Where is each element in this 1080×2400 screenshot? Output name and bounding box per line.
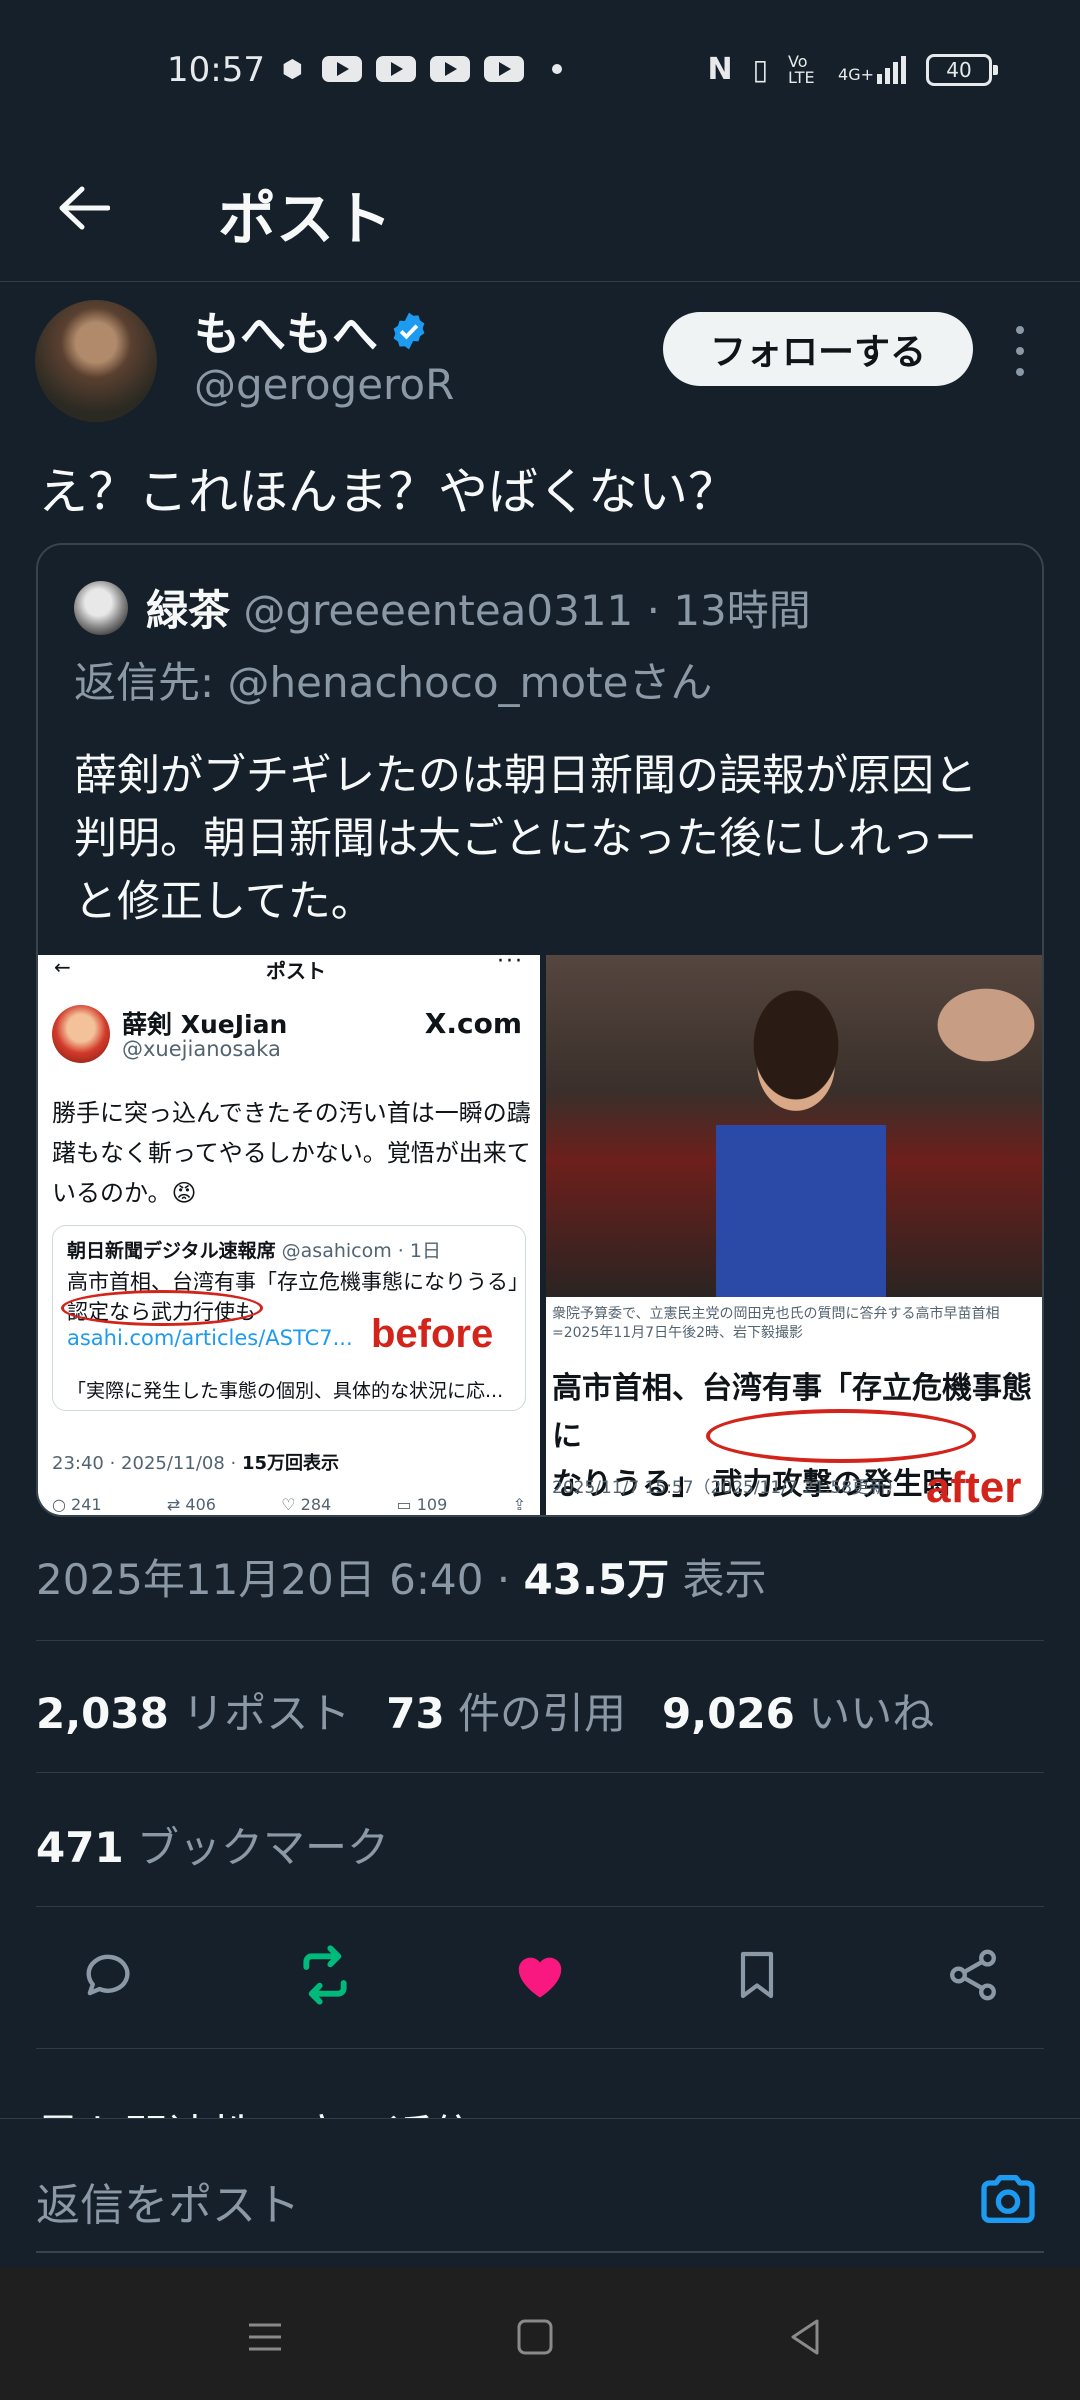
camera-icon (981, 2175, 1035, 2223)
youtube-notification-icon (430, 56, 470, 82)
author-name: もへもへ (194, 307, 378, 361)
camera-button[interactable] (976, 2167, 1040, 2231)
back-button[interactable] (52, 176, 116, 240)
embedded-quote-card: 朝日新聞デジタル速報席 @asahicom · 1日 高市首相、台湾有事「存立危… (52, 1225, 529, 1411)
share-icon (950, 1949, 996, 2001)
youtube-notification-icon (376, 56, 416, 82)
like-icon (518, 1957, 562, 1998)
embedded-quote-link: asahi.com/articles/ASTC7... (67, 1326, 353, 1350)
quoted-image-after[interactable]: 衆院予算委で、立憲民主党の岡田克也氏の質問に答弁する高市早苗首相=2025年11… (546, 955, 1042, 1515)
quoted-header: 緑茶 @greeeentea0311 · 13時間 (146, 577, 811, 638)
embedded-brand: X.com (424, 1007, 522, 1040)
signal-icon: 4G+ (838, 55, 906, 84)
system-nav-bar (0, 2268, 1080, 2400)
more-notifications-icon (552, 64, 562, 74)
embedded-like-count: ♡ 284 (281, 1495, 332, 1514)
page-title: ポスト (218, 185, 393, 253)
embedded-actions: ○ 241 ⇄ 406 ♡ 284 ▭ 109 ⇪ (52, 1495, 526, 1514)
divider (36, 1640, 1044, 1641)
youtube-notification-icon (322, 56, 362, 82)
nfc-icon: N (707, 52, 733, 87)
back-arrow-icon (59, 186, 110, 230)
news-date: 2025/11/7 15:57（2025/11/7 21:58更新） (552, 1478, 904, 1498)
repost-button[interactable] (290, 1940, 360, 2010)
menu-icon (249, 2323, 281, 2351)
repost-icon (303, 1945, 347, 2005)
back-triangle-icon (791, 2319, 819, 2355)
quoted-name: 緑茶 (146, 586, 231, 635)
news-caption: 衆院予算委で、立憲民主党の岡田克也氏の質問に答弁する高市早苗首相=2025年11… (552, 1306, 1000, 1341)
app-header: ポスト (0, 140, 1080, 282)
news-photo (546, 955, 1042, 1297)
quoted-meta: @greeeentea0311 · 13時間 (230, 586, 811, 635)
bookmarks-stat[interactable]: 471 ブックマーク (36, 1814, 389, 1875)
divider (36, 1906, 1044, 1907)
after-annotation: after (926, 1463, 1022, 1512)
home-icon (517, 2319, 553, 2355)
back-nav-button[interactable] (780, 2312, 830, 2362)
divider (36, 2048, 1044, 2049)
embedded-more-icon: ··· (497, 955, 524, 974)
vibrate-icon: ▯ (752, 53, 769, 86)
embedded-quote-line: 「実際に発生した事態の個別、具体的な状況に応... (67, 1380, 504, 1402)
reply-bar: 返信をポスト (0, 2118, 1080, 2268)
before-annotation: before (371, 1312, 494, 1356)
quoted-body: 薛剣がブチギレたのは朝日新聞の誤報が原因と判明。朝日新聞は大ごとになった後にしれ… (74, 751, 977, 927)
reply-input[interactable]: 返信をポスト (36, 2169, 300, 2233)
embedded-title: ポスト (266, 959, 326, 983)
embedded-back-icon: ← (54, 955, 71, 979)
recents-button[interactable] (240, 2312, 290, 2362)
author-handle[interactable]: @gerogeroR (194, 360, 454, 409)
embedded-tweet-text: 勝手に突っ込んできたその汚い首は一瞬の躊躇もなく斬ってやるしかない。覚悟が出来て… (52, 1099, 531, 1207)
more-icon[interactable] (1002, 326, 1038, 376)
home-button[interactable] (510, 2312, 560, 2362)
verified-badge-icon (393, 312, 425, 350)
system-icons: N ▯ Vo LTE 4G+ 40 (707, 51, 998, 87)
embedded-repost-count: ⇄ 406 (166, 1495, 216, 1514)
post-text: え？これほんま？やばくない？ (38, 463, 738, 521)
youtube-notification-icon (484, 56, 524, 82)
reply-button[interactable] (73, 1940, 143, 2010)
author-name-row[interactable]: もへもへ (194, 298, 430, 364)
like-button[interactable] (505, 1940, 575, 2010)
reply-input-underline (36, 2251, 1044, 2253)
quotes-stat[interactable]: 73 件の引用 (386, 1680, 626, 1741)
author-avatar[interactable] (35, 300, 157, 422)
follow-button[interactable]: フォローする (663, 312, 973, 386)
embedded-bookmark-count: ▭ 109 (396, 1495, 448, 1514)
post-timestamp: 2025年11月20日 6:40 · 43.5万 表示 (36, 1555, 767, 1604)
status-time: 10:57 (167, 50, 265, 90)
likes-stat[interactable]: 9,026 いいね (662, 1680, 934, 1741)
views-count: 43.5万 (523, 1555, 670, 1604)
volte-icon: Vo LTE (788, 51, 815, 87)
quoted-image-before[interactable]: ← ポスト ··· 薛剣 XueJian @xuejianosaka X.com… (38, 955, 540, 1515)
network-type: 4G+ (838, 64, 874, 84)
action-bar (0, 1940, 1080, 2020)
embedded-reply-count: ○ 241 (52, 1495, 102, 1514)
embedded-avatar (52, 1005, 110, 1063)
share-button[interactable] (938, 1940, 1008, 2010)
quoted-reply-to: 返信先: @henachoco_moteさん (74, 658, 713, 707)
embedded-share-icon: ⇪ (512, 1495, 526, 1514)
status-bar: 10:57 ⬢ N ▯ Vo LTE 4G+ 40 (0, 0, 1080, 140)
embedded-header: ← ポスト ··· (38, 955, 540, 985)
post-stats: 2,038 リポスト 73 件の引用 9,026 いいね (36, 1680, 934, 1741)
quoted-post[interactable]: 緑茶 @greeeentea0311 · 13時間 返信先: @henachoc… (36, 543, 1044, 1517)
red-circle-annotation (61, 1290, 263, 1326)
battery-icon: 40 (926, 53, 998, 86)
embedded-quote-source: 朝日新聞デジタル速報席 @asahicom · 1日 (67, 1240, 441, 1262)
embedded-name: 薛剣 XueJian (122, 1010, 288, 1039)
bookmark-button[interactable] (722, 1940, 792, 2010)
reply-icon (86, 1954, 130, 1996)
embedded-date: 23:40 · 2025/11/08 · 15万回表示 (52, 1453, 340, 1474)
quoted-avatar (74, 581, 128, 635)
red-circle-annotation (706, 1409, 976, 1463)
bookmark-icon (740, 1951, 774, 1999)
notification-icons: ⬢ (282, 56, 562, 82)
divider (36, 1772, 1044, 1773)
app-notification-icon: ⬢ (282, 55, 303, 83)
reposts-stat[interactable]: 2,038 リポスト (36, 1680, 350, 1741)
embedded-handle: @xuejianosaka (122, 1037, 281, 1061)
